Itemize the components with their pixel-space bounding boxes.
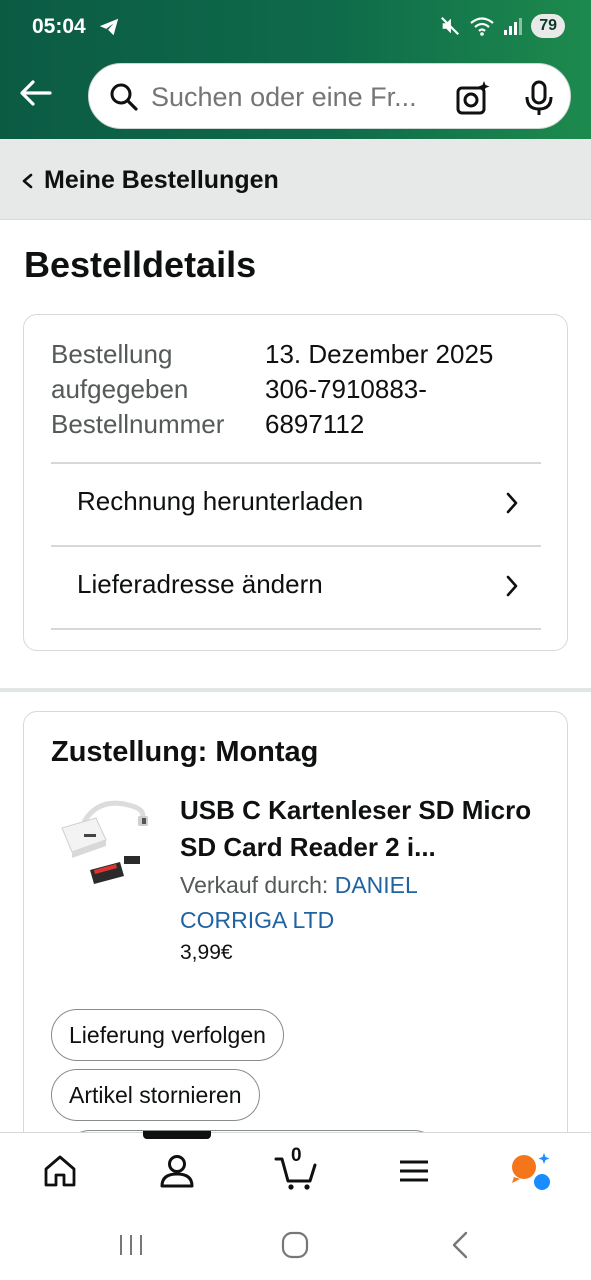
delivery-title: Zustellung: Montag (51, 736, 319, 768)
rufus-assistant-icon[interactable] (510, 1151, 554, 1191)
status-time: 05:04 (32, 15, 86, 38)
top-header: 05:04 79 (0, 0, 591, 139)
order-number-label: Bestellnummer (51, 409, 225, 439)
home-button-icon[interactable] (278, 1228, 312, 1262)
search-input[interactable] (151, 77, 433, 117)
change-address-link[interactable]: Lieferadresse ändern (51, 547, 541, 627)
bottom-navigation: 0 (0, 1131, 591, 1210)
battery-badge: 79 (531, 14, 565, 38)
breadcrumb[interactable]: Meine Bestellungen (0, 139, 591, 220)
track-delivery-button[interactable]: Lieferung verfolgen (51, 1009, 284, 1061)
chevron-right-icon (506, 492, 518, 514)
telegram-icon (99, 18, 119, 36)
sold-by-text: Verkauf durch: DANIEL CORRIGA LTD (180, 868, 480, 938)
status-icons: 79 (439, 14, 565, 38)
change-address-label: Lieferadresse ändern (77, 569, 323, 599)
order-number-line1: 306-7910883- (265, 374, 427, 404)
download-invoice-link[interactable]: Rechnung herunterladen (51, 464, 541, 544)
download-invoice-label: Rechnung herunterladen (77, 486, 364, 516)
sold-by-label: Verkauf durch: (180, 872, 329, 898)
order-placed-label-line1: Bestellung (51, 339, 173, 369)
page-title: Bestelldetails (24, 244, 257, 285)
divider (51, 628, 541, 630)
recent-apps-icon[interactable] (114, 1228, 148, 1262)
section-separator (0, 688, 591, 692)
order-placed-date: 13. Dezember 2025 (265, 339, 494, 369)
breadcrumb-label[interactable]: Meine Bestellungen (44, 166, 279, 195)
order-info-card: Bestellung aufgegeben Bestellnummer 13. … (23, 314, 568, 651)
signal-icon (504, 18, 523, 35)
microphone-icon[interactable] (523, 80, 555, 116)
menu-icon[interactable] (394, 1151, 434, 1191)
order-placed-label-line2: aufgegeben (51, 374, 189, 404)
product-image[interactable] (54, 794, 154, 894)
system-navigation-bar (0, 1210, 591, 1280)
search-icon (110, 83, 138, 111)
mute-icon (441, 16, 460, 36)
chevron-right-icon (506, 575, 518, 597)
product-title[interactable]: USB C Kartenleser SD Micro SD Card Reade… (180, 792, 550, 866)
account-icon[interactable] (157, 1151, 197, 1191)
back-arrow-icon[interactable] (18, 78, 52, 108)
status-bar: 05:04 79 (0, 0, 591, 56)
home-icon[interactable] (40, 1151, 80, 1191)
search-bar[interactable] (88, 63, 571, 129)
product-price: 3,99€ (180, 941, 233, 964)
cancel-item-button[interactable]: Artikel stornieren (51, 1069, 260, 1121)
cart-count: 0 (291, 1145, 302, 1166)
active-tab-indicator (143, 1131, 211, 1139)
chevron-left-icon (22, 173, 33, 189)
order-number-line2: 6897112 (265, 409, 365, 439)
camera-lens-icon[interactable] (455, 80, 491, 116)
back-button-icon[interactable] (444, 1228, 478, 1262)
wifi-icon (470, 17, 494, 36)
